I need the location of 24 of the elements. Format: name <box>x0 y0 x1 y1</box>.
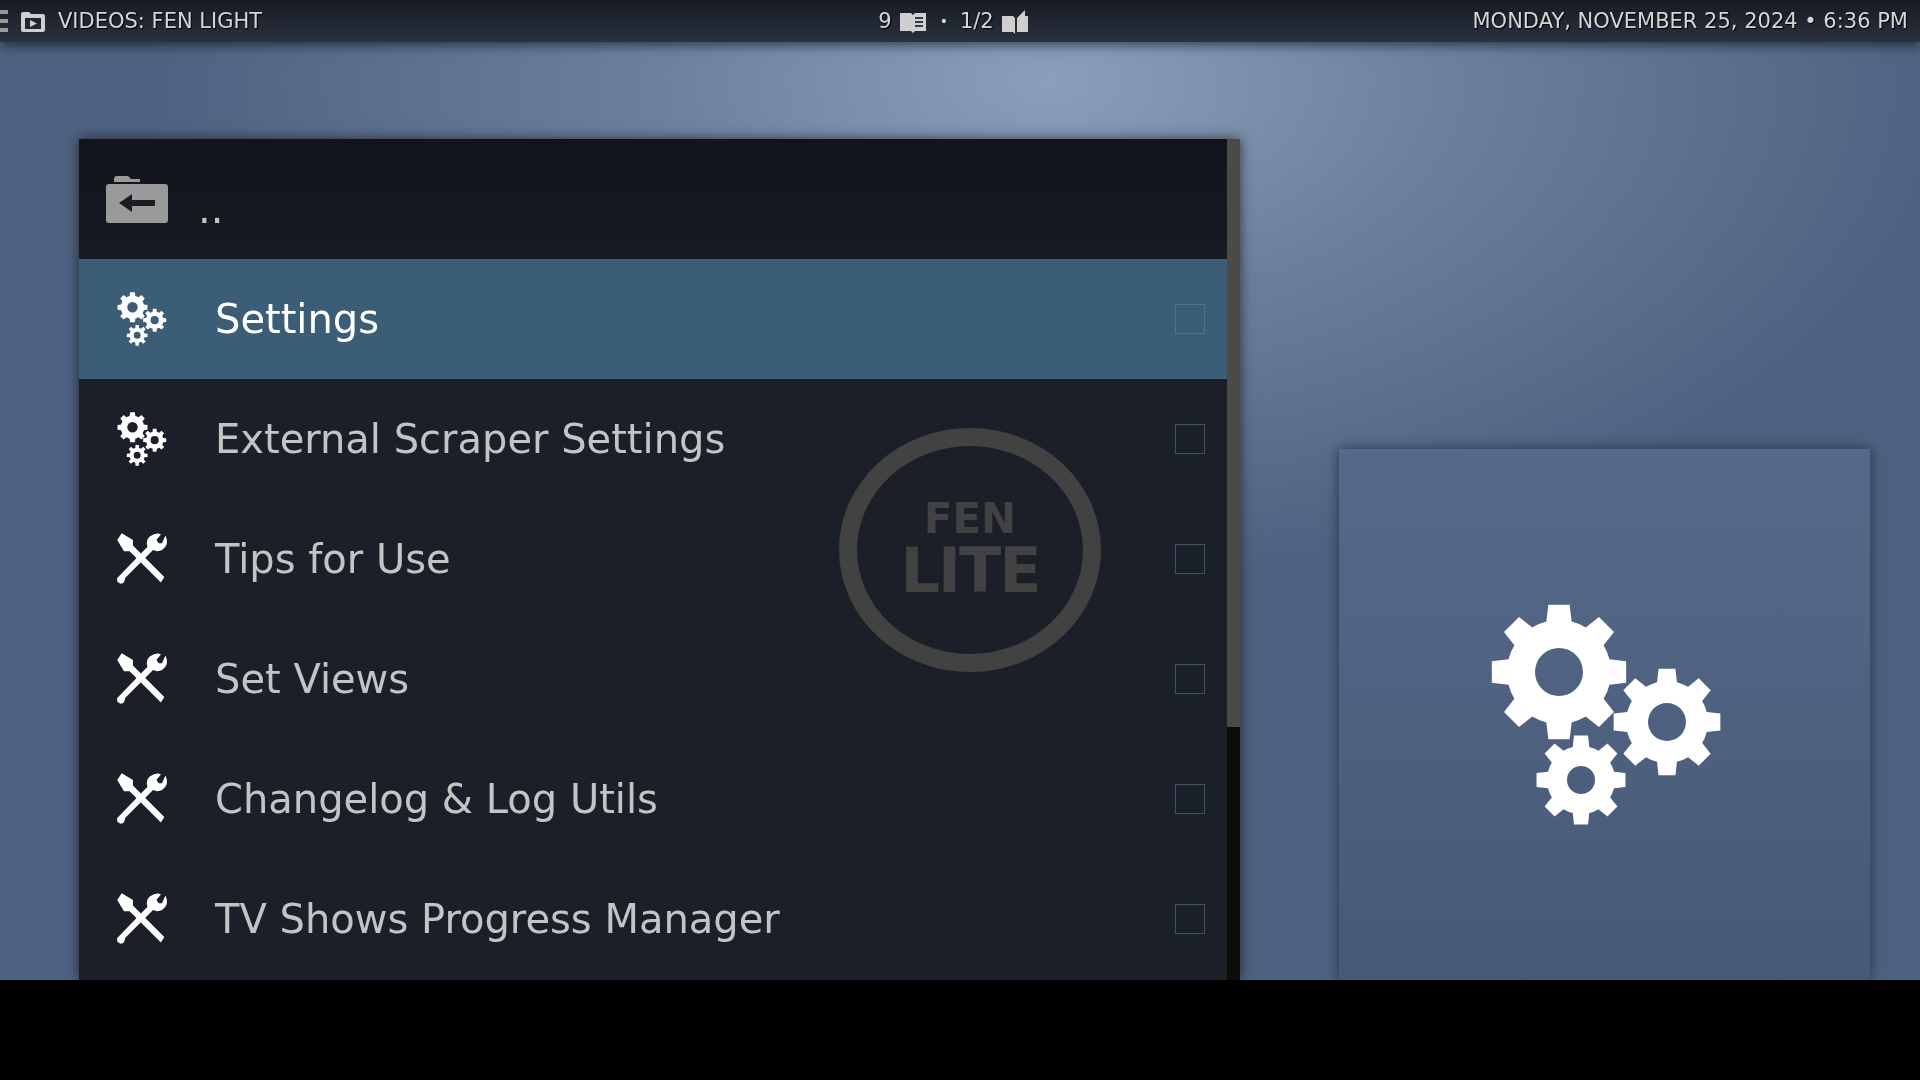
item-count: 9 <box>878 9 892 33</box>
parent-folder-label: .. <box>198 186 224 232</box>
parent-folder-item[interactable]: .. <box>79 139 1227 259</box>
separator-dot: • <box>939 13 948 29</box>
menu-item[interactable]: Settings <box>215 296 380 342</box>
scrollbar[interactable] <box>1227 139 1240 980</box>
page-indicator: 1/2 <box>959 9 994 33</box>
menu-item[interactable]: TV Shows Progress Manager <box>215 896 780 942</box>
video-folder-icon <box>20 9 46 33</box>
open-book-icon <box>999 8 1030 34</box>
checkbox[interactable] <box>1175 784 1205 814</box>
checkbox[interactable] <box>1175 424 1205 454</box>
folder-back-icon <box>106 175 168 223</box>
menu-item[interactable]: External Scraper Settings <box>215 416 726 462</box>
checkbox[interactable] <box>1175 904 1205 934</box>
checkbox[interactable] <box>1175 304 1205 334</box>
menu-icon[interactable] <box>0 8 8 34</box>
window-title: VIDEOS: FEN LIGHT <box>58 9 263 33</box>
checkbox[interactable] <box>1175 664 1205 694</box>
date-time: MONDAY, NOVEMBER 25, 2024 • 6:36 PM <box>1472 9 1908 33</box>
menu-item[interactable]: Tips for Use <box>215 536 451 582</box>
checkbox[interactable] <box>1175 544 1205 574</box>
menu-item[interactable]: Set Views <box>215 656 410 702</box>
menu-item[interactable]: Changelog & Log Utils <box>215 776 658 822</box>
